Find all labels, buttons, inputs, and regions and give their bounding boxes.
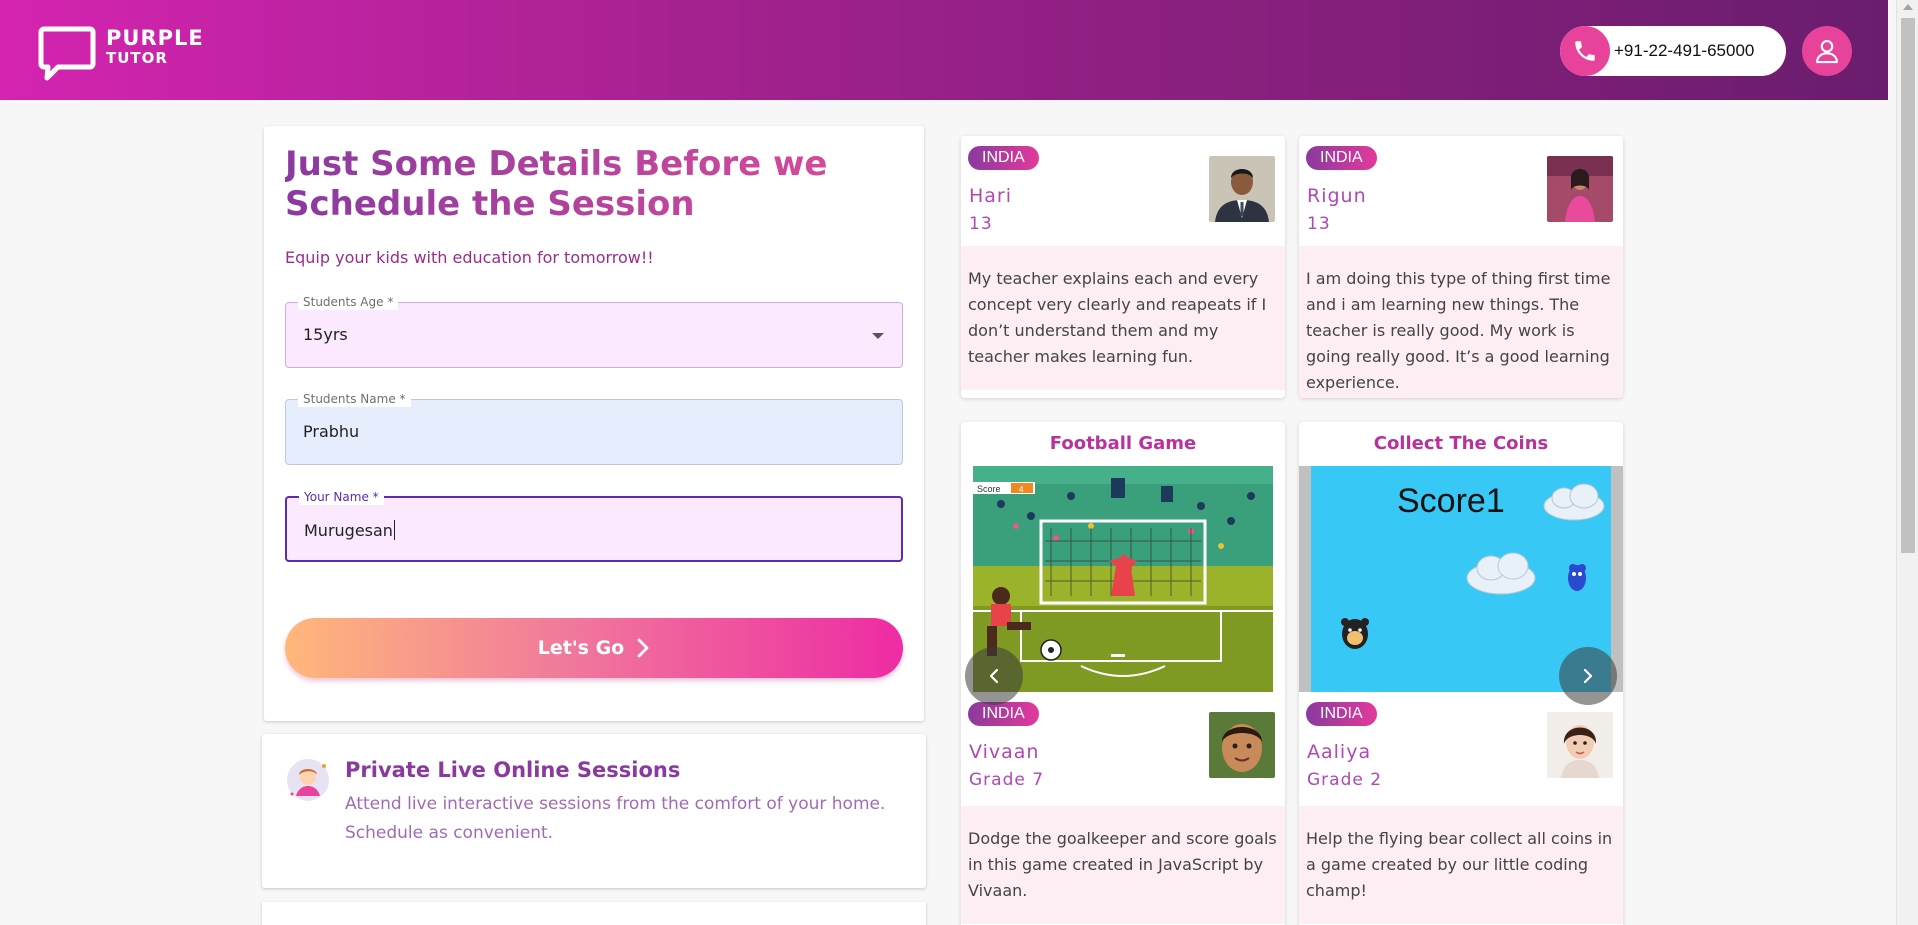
lets-go-button[interactable]: Let's Go — [285, 618, 903, 678]
testimonial-text: My teacher explains each and every conce… — [961, 246, 1285, 390]
user-icon — [1816, 40, 1838, 64]
testimonial-card: INDIA Rigun 13 I am doing this type of t… — [1299, 136, 1623, 398]
your-name-value-wrap: Murugesan — [304, 520, 395, 540]
testimonial-card: INDIA Hari 13 My teacher explains each a… — [961, 136, 1285, 398]
author-photo — [1547, 712, 1613, 778]
game-score-text: Score1 — [1397, 482, 1505, 520]
page-scrollbar[interactable] — [1896, 0, 1918, 925]
students-name-input[interactable]: Students Name * Prabhu — [285, 391, 903, 465]
testimonial-header: INDIA Rigun 13 — [1299, 136, 1623, 246]
logo-line-1: PURPLE — [106, 26, 204, 50]
country-badge: INDIA — [1306, 146, 1377, 170]
form-title: Just Some Details Before we Schedule the… — [285, 144, 845, 224]
carousel-next-button[interactable] — [1559, 647, 1617, 705]
your-name-value: Murugesan — [304, 521, 393, 540]
dropdown-arrow-icon[interactable] — [872, 333, 884, 339]
game-score-label: Score — [977, 484, 1001, 494]
game-description: Help the flying bear collect all coins i… — [1299, 806, 1623, 924]
form-subtitle: Equip your kids with education for tomor… — [285, 248, 654, 267]
text-caret — [393, 520, 395, 540]
chat-bubble-logo-icon — [38, 26, 96, 81]
students-name-label: Students Name * — [298, 391, 411, 407]
carousel-prev-button[interactable] — [965, 647, 1023, 705]
game-score-value: 4 — [1019, 485, 1024, 494]
brand-logo[interactable]: PURPLE TUTOR — [38, 24, 204, 82]
info-text: Attend live interactive sessions from th… — [345, 794, 886, 843]
chevron-right-icon — [1583, 668, 1593, 684]
country-badge: INDIA — [968, 146, 1039, 170]
students-age-select[interactable]: Students Age * 15yrs — [285, 294, 903, 368]
your-name-label: Your Name * — [299, 489, 384, 505]
students-age-label: Students Age * — [298, 294, 399, 310]
lets-go-label: Let's Go — [537, 637, 625, 659]
testimonial-text: I am doing this type of thing first time… — [1299, 246, 1623, 398]
game-title: Football Game — [1049, 433, 1197, 454]
game-title: Collect The Coins — [1373, 433, 1549, 454]
logo-text: PURPLE TUTOR — [106, 24, 204, 66]
author-name: Vivaan — [969, 741, 1040, 763]
students-age-value: 15yrs — [303, 325, 348, 344]
info-title: Private Live Online Sessions — [345, 758, 681, 782]
scroll-thumb[interactable] — [1901, 18, 1915, 553]
student-name: Rigun — [1307, 185, 1367, 207]
chevron-left-icon — [989, 668, 999, 684]
game-author-header: INDIA Aaliya Grade 2 — [1299, 692, 1623, 806]
students-name-value: Prabhu — [303, 422, 360, 441]
testimonial-header: INDIA Hari 13 — [961, 136, 1285, 246]
private-sessions-card: Private Live Online Sessions Attend live… — [262, 734, 926, 888]
top-header: PURPLE TUTOR +91-22-491-65000 — [0, 0, 1888, 100]
user-account-button[interactable] — [1802, 26, 1852, 76]
logo-line-2: TUTOR — [106, 49, 168, 67]
phone-icon — [1560, 26, 1610, 76]
game-description: Dodge the goalkeeper and score goals in … — [961, 806, 1285, 924]
game-author-header: INDIA Vivaan Grade 7 — [961, 692, 1285, 806]
author-name: Aaliya — [1307, 741, 1372, 763]
scroll-up-arrow-icon[interactable] — [1903, 4, 1913, 10]
student-age: 13 — [969, 214, 993, 234]
next-info-card — [262, 902, 926, 925]
student-name: Hari — [969, 185, 1013, 207]
phone-number: +91-22-491-65000 — [1614, 41, 1755, 60]
student-photo — [1209, 156, 1275, 222]
your-name-input[interactable]: Your Name * Murugesan — [285, 489, 903, 562]
author-grade: Grade 2 — [1307, 770, 1383, 790]
country-badge: INDIA — [1306, 702, 1377, 726]
country-badge: INDIA — [968, 702, 1039, 726]
schedule-form-card: Just Some Details Before we Schedule the… — [264, 126, 924, 721]
phone-button[interactable]: +91-22-491-65000 — [1560, 26, 1786, 76]
student-photo — [1547, 156, 1613, 222]
student-age: 13 — [1307, 214, 1331, 234]
author-photo — [1209, 712, 1275, 778]
author-grade: Grade 7 — [969, 770, 1045, 790]
tutor-avatar-icon — [287, 759, 329, 801]
chevron-right-icon — [637, 638, 649, 658]
